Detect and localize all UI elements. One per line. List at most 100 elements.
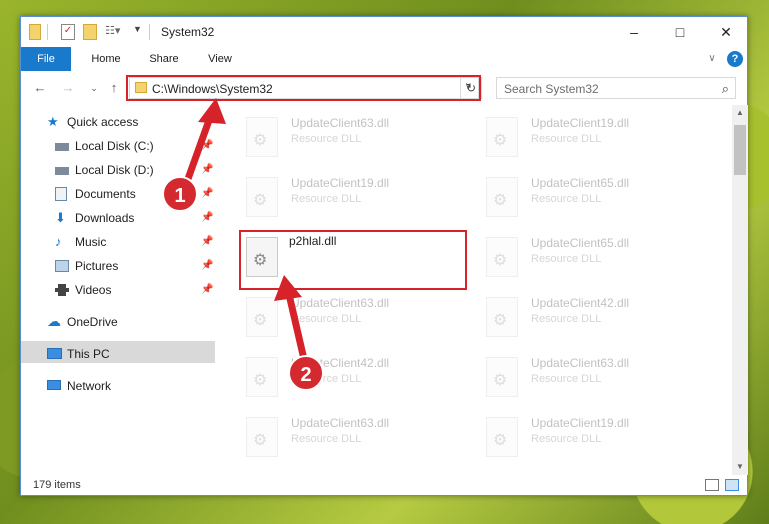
file-name: UpdateClient42.dll (531, 296, 630, 310)
scroll-up-icon[interactable]: ▲ (732, 105, 748, 121)
drive-icon (55, 143, 69, 151)
music-icon: ♪ (55, 234, 62, 249)
dll-file-icon: ⚙ (486, 297, 518, 337)
file-name: UpdateClient63.dll (291, 116, 390, 130)
view-options-icon[interactable]: ☷▾ (105, 24, 123, 40)
sidebar-item-label: Documents (75, 187, 136, 201)
list-item[interactable]: ⚙ UpdateClient63.dll Resource DLL (241, 293, 471, 345)
file-type: Resource DLL (291, 433, 362, 445)
pin-icon: 📌 (201, 284, 214, 295)
dll-file-icon: ⚙ (486, 177, 518, 217)
new-folder-icon[interactable] (83, 24, 97, 40)
details-view-icon[interactable] (705, 479, 719, 491)
item-count: 179 items (33, 479, 81, 491)
file-name: UpdateClient65.dll (531, 236, 630, 250)
dll-file-icon: ⚙ (486, 357, 518, 397)
list-item[interactable]: ⚙ UpdateClient19.dll Resource DLL (241, 173, 471, 225)
search-box[interactable]: Search System32 ⌕ (496, 77, 736, 99)
recent-locations-icon[interactable]: ⌄ (85, 80, 103, 96)
file-type: Resource DLL (531, 193, 602, 205)
search-icon[interactable]: ⌕ (722, 81, 729, 97)
dll-file-icon: ⚙ (246, 297, 278, 337)
sidebar-item-label: Local Disk (C:) (75, 139, 154, 153)
list-item[interactable]: ⚙ UpdateClient42.dll Resource DLL (241, 353, 471, 405)
step-1-badge: 1 (162, 176, 198, 212)
list-item[interactable]: ⚙ UpdateClient65.dll Resource DLL (481, 233, 711, 285)
file-type: Resource DLL (531, 433, 602, 445)
star-icon: ★ (47, 114, 59, 129)
dll-file-icon: ⚙ (246, 177, 278, 217)
dll-file-icon: ⚙ (486, 417, 518, 457)
list-item[interactable]: ⚙ UpdateClient19.dll Resource DLL (481, 413, 711, 465)
file-name: UpdateClient19.dll (531, 416, 630, 430)
tab-file[interactable]: File (21, 47, 71, 71)
sidebar-item-label: Network (67, 379, 112, 393)
back-icon[interactable]: ← (31, 80, 49, 96)
file-name: UpdateClient19.dll (291, 176, 390, 190)
network-icon (47, 380, 61, 390)
ribbon-tabs: File Home Share View ∨ ? (21, 47, 747, 71)
search-input[interactable]: Search System32 (504, 82, 599, 96)
download-icon: ⬇ (55, 210, 66, 225)
separator (149, 24, 150, 40)
close-button[interactable]: ✕ (703, 17, 749, 47)
chevron-down-icon[interactable]: ▼ (133, 24, 143, 40)
dll-file-icon: ⚙ (246, 357, 278, 397)
title-bar: ✓ ☷▾ ▼ System32 – □ ✕ (21, 17, 747, 47)
picture-icon (55, 260, 69, 272)
file-type: Resource DLL (291, 133, 362, 145)
file-type: Resource DLL (531, 313, 602, 325)
sidebar-item-label: Local Disk (D:) (75, 163, 154, 177)
document-icon (55, 187, 67, 201)
status-bar: 179 items (21, 475, 747, 495)
pin-icon: 📌 (201, 140, 214, 151)
sidebar-item-label: Downloads (75, 211, 135, 225)
file-name: UpdateClient63.dll (531, 356, 630, 370)
help-icon[interactable]: ? (727, 51, 743, 67)
sidebar-item-label: Music (75, 235, 107, 249)
tab-home[interactable]: Home (81, 47, 131, 71)
tab-share[interactable]: Share (139, 47, 189, 71)
file-name: UpdateClient19.dll (531, 116, 630, 130)
maximize-button[interactable]: □ (657, 17, 703, 47)
sidebar-item-label: This PC (67, 347, 110, 361)
navigation-pane: ★ Quick access Local Disk (C:) 📌 Local D… (21, 105, 217, 475)
file-type: Resource DLL (531, 373, 602, 385)
vertical-scrollbar[interactable]: ▲ ▼ (732, 105, 748, 475)
list-item[interactable]: ⚙ UpdateClient19.dll Resource DLL (481, 113, 711, 165)
list-item[interactable]: ⚙ UpdateClient63.dll Resource DLL (241, 413, 471, 465)
properties-icon[interactable]: ✓ (61, 24, 75, 40)
address-bar-highlight (126, 75, 481, 101)
scroll-down-icon[interactable]: ▼ (732, 459, 748, 475)
dll-file-icon: ⚙ (246, 117, 278, 157)
sidebar-item-label: Videos (75, 283, 112, 297)
up-icon[interactable]: ↑ (105, 80, 123, 96)
sidebar-item-label: Pictures (75, 259, 119, 273)
step-2-badge: 2 (288, 355, 324, 391)
file-name: UpdateClient63.dll (291, 296, 390, 310)
dll-file-icon: ⚙ (486, 237, 518, 277)
dll-file-icon: ⚙ (246, 417, 278, 457)
pin-icon: 📌 (201, 188, 214, 199)
minimize-button[interactable]: – (611, 17, 657, 47)
separator (47, 24, 48, 40)
expand-ribbon-icon[interactable]: ∨ (705, 47, 719, 71)
file-type: Resource DLL (291, 193, 362, 205)
list-item[interactable]: ⚙ UpdateClient42.dll Resource DLL (481, 293, 711, 345)
list-item[interactable]: ⚙ UpdateClient63.dll Resource DLL (481, 353, 711, 405)
forward-icon[interactable]: → (59, 80, 77, 96)
list-item[interactable]: ⚙ UpdateClient65.dll Resource DLL (481, 173, 711, 225)
window-title: System32 (161, 25, 215, 39)
file-type: Resource DLL (291, 313, 362, 325)
scrollbar-thumb[interactable] (734, 125, 746, 175)
file-name: UpdateClient65.dll (531, 176, 630, 190)
pin-icon: 📌 (201, 260, 214, 271)
tab-view[interactable]: View (195, 47, 245, 71)
large-icons-view-icon[interactable] (725, 479, 739, 491)
file-type: Resource DLL (531, 253, 602, 265)
drive-icon (55, 167, 69, 175)
list-item[interactable]: ⚙ UpdateClient63.dll Resource DLL (241, 113, 471, 165)
file-highlight (239, 230, 467, 290)
pin-icon: 📌 (201, 212, 214, 223)
pin-icon: 📌 (201, 236, 214, 247)
